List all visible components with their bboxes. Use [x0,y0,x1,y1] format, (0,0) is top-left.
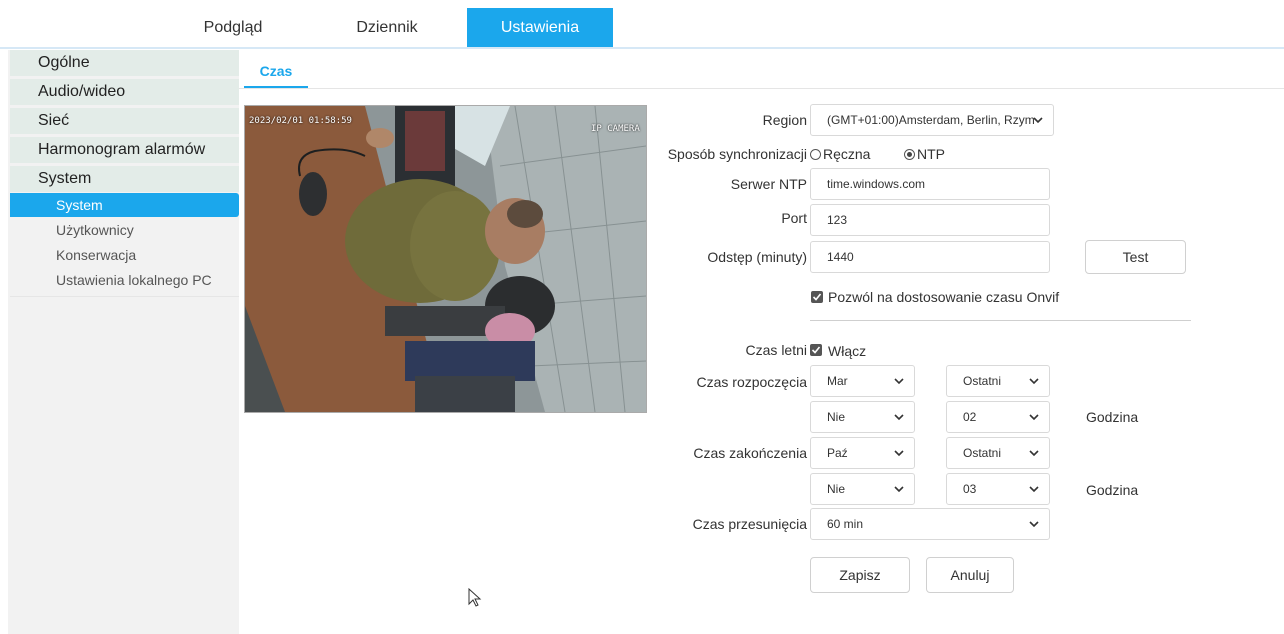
chevron-down-icon [894,378,904,385]
region-label: Region [762,112,807,128]
start-label: Czas rozpoczęcia [696,374,808,390]
chevron-down-icon [1029,450,1039,457]
tab-dziennik[interactable]: Dziennik [314,8,460,47]
check-icon [812,293,822,301]
sidebar-subitem-konserwacja[interactable]: Konserwacja [10,243,239,267]
onvif-checkbox[interactable] [811,291,823,303]
camera-image [245,106,646,412]
interval-input[interactable]: 1440 [810,241,1050,273]
ntp-server-label: Serwer NTP [730,176,807,192]
port-label: Port [781,210,807,226]
offset-label: Czas przesunięcia [692,516,807,532]
sidebar-divider [10,296,239,297]
sync-label: Sposób synchronizacji [667,146,807,162]
test-button[interactable]: Test [1085,240,1186,274]
tab-ustawienia[interactable]: Ustawienia [467,8,613,47]
offset-select[interactable]: 60 min [810,508,1050,540]
sidebar-item-ogolne[interactable]: Ogólne [10,50,239,76]
chevron-down-icon [1029,486,1039,493]
interval-label: Odstęp (minuty) [707,249,807,265]
camera-channel-label: IP CAMERA [591,124,640,134]
end-month-select[interactable]: Paź [810,437,915,469]
divider [810,320,1191,321]
camera-preview: 2023/02/01 01:58:59 IP CAMERA [244,105,647,413]
chevron-down-icon [894,414,904,421]
chevron-down-icon [1029,378,1039,385]
port-input[interactable]: 123 [810,204,1050,236]
start-day-select[interactable]: Nie [810,401,915,433]
save-button[interactable]: Zapisz [810,557,910,593]
end-hour-select[interactable]: 03 [946,473,1050,505]
sidebar-subitem-uzytkownicy[interactable]: Użytkownicy [10,218,239,242]
region-select[interactable]: (GMT+01:00)Amsterdam, Berlin, Rzym [810,104,1054,136]
end-label: Czas zakończenia [693,445,807,461]
tab-czas[interactable]: Czas [244,60,308,88]
sidebar-subitem-system[interactable]: System [10,193,239,217]
radio-manual-label: Ręczna [823,146,871,162]
radio-selected-icon [904,149,915,160]
top-navigation: Podgląd Dziennik Ustawienia [0,0,1284,50]
sidebar-item-siec[interactable]: Sieć [10,108,239,134]
radio-icon [810,149,821,160]
offset-value: 60 min [827,517,864,531]
onvif-label: Pozwól na dostosowanie czasu Onvif [828,289,1060,305]
region-value: (GMT+01:00)Amsterdam, Berlin, Rzym [827,113,1035,127]
chevron-down-icon [1029,521,1039,528]
chevron-down-icon [1033,117,1043,124]
dst-enable-label: Włącz [828,343,867,359]
camera-timestamp: 2023/02/01 01:58:59 [249,116,352,126]
sidebar: Ogólne Audio/wideo Sieć Harmonogram alar… [8,50,239,634]
sidebar-item-system[interactable]: System [10,166,239,192]
chevron-down-icon [894,486,904,493]
radio-manual[interactable]: Ręczna [810,146,870,162]
nav-underline [0,47,1284,49]
end-hour-suffix: Godzina [1086,482,1139,498]
dst-label: Czas letni [745,342,807,358]
port-value: 123 [827,213,848,227]
start-month-select[interactable]: Mar [810,365,915,397]
start-hour-suffix: Godzina [1086,409,1139,425]
main-content: Czas 2023/02/01 01:58:59 IP CAMERA Regio… [239,50,1284,634]
dst-checkbox[interactable] [810,344,822,356]
end-week-select[interactable]: Ostatni [946,437,1050,469]
ntp-server-value: time.windows.com [827,177,926,191]
radio-ntp-label: NTP [917,146,945,162]
interval-value: 1440 [827,250,854,264]
sidebar-subitem-ustawienia-lokalnego-pc[interactable]: Ustawienia lokalnego PC [10,268,239,292]
chevron-down-icon [894,450,904,457]
mouse-cursor-icon [468,588,482,607]
chevron-down-icon [1029,414,1039,421]
ntp-server-input[interactable]: time.windows.com [810,168,1050,200]
radio-ntp[interactable]: NTP [904,146,945,162]
sidebar-item-harmonogram-alarmow[interactable]: Harmonogram alarmów [10,137,239,163]
start-week-select[interactable]: Ostatni [946,365,1050,397]
end-day-select[interactable]: Nie [810,473,915,505]
sidebar-item-audio-wideo[interactable]: Audio/wideo [10,79,239,105]
start-hour-select[interactable]: 02 [946,401,1050,433]
cancel-button[interactable]: Anuluj [926,557,1014,593]
tab-podglad[interactable]: Podgląd [160,8,306,47]
subtab-bar: Czas [239,50,1284,89]
check-icon [811,346,821,354]
